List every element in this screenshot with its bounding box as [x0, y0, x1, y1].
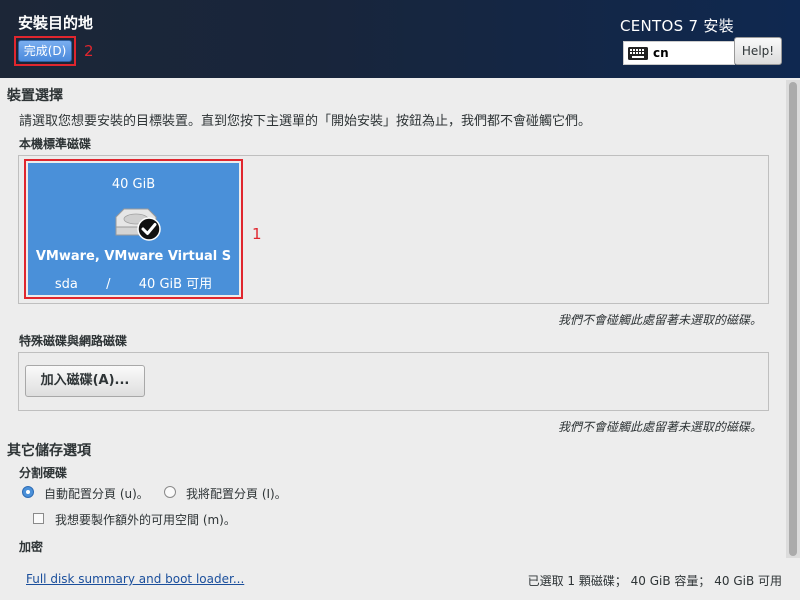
disk-selection-highlight: 40 GiB VMware, VMware Virtual S sda / 40…: [24, 159, 243, 299]
auto-partition-label[interactable]: 自動配置分頁 (u)。: [44, 485, 149, 502]
disk-device: sda: [54, 277, 78, 292]
disk-sda-card[interactable]: 40 GiB VMware, VMware Virtual S sda / 40…: [28, 163, 239, 295]
special-disks-heading: 特殊磁碟與網路磁碟: [19, 334, 128, 348]
header-bar: 安裝目的地 完成(D) 2 CENTOS 7 安裝 cn Help!: [0, 0, 800, 78]
manual-partition-label[interactable]: 我將配置分頁 (I)。: [186, 485, 287, 502]
disk-detail: sda / 40 GiB 可用: [28, 273, 239, 292]
check-circle-icon: [137, 217, 161, 241]
add-disk-button[interactable]: 加入磁碟(A)...: [25, 365, 145, 397]
annotation-label-1: 1: [252, 225, 262, 243]
done-button-highlight: 完成(D): [14, 36, 76, 66]
partitioning-heading: 分割硬碟: [19, 466, 68, 480]
help-button[interactable]: Help!: [734, 37, 782, 65]
annotation-label-2: 2: [84, 42, 94, 60]
hard-disk-icon: [115, 208, 161, 241]
full-disk-summary-link[interactable]: Full disk summary and boot loader...: [26, 572, 244, 586]
selection-status: 已選取 1 顆磁碟； 40 GiB 容量； 40 GiB 可用: [527, 574, 782, 588]
extra-space-checkbox[interactable]: [33, 513, 44, 524]
device-selection-heading: 裝置選擇: [7, 88, 63, 104]
auto-partition-radio[interactable]: [22, 486, 34, 498]
manual-partition-radio[interactable]: [164, 486, 176, 498]
disk-name: VMware, VMware Virtual S: [35, 249, 232, 264]
done-button[interactable]: 完成(D): [18, 40, 72, 62]
page-title: 安裝目的地: [18, 14, 94, 32]
keyboard-layout-text: cn: [653, 46, 669, 60]
product-title: CENTOS 7 安裝: [619, 17, 734, 35]
scrollbar-thumb[interactable]: [789, 82, 797, 556]
local-disks-heading: 本機標準磁碟: [19, 137, 92, 151]
disk-free-space: 40 GiB 可用: [138, 277, 213, 292]
disk-separator: /: [106, 277, 111, 292]
device-selection-description: 請選取您想要安裝的目標裝置。直到您按下主選單的「開始安裝」按鈕為止，我們都不會碰…: [19, 114, 592, 129]
keyboard-icon: [628, 46, 648, 60]
encryption-heading: 加密: [19, 540, 44, 554]
special-disks-note: 我們不會碰觸此處留著未選取的磁碟。: [557, 420, 762, 434]
local-disks-note: 我們不會碰觸此處留著未選取的磁碟。: [557, 313, 762, 327]
extra-space-label[interactable]: 我想要製作額外的可用空間 (m)。: [55, 511, 236, 528]
disk-size: 40 GiB: [111, 177, 156, 192]
keyboard-layout-indicator[interactable]: cn: [623, 41, 735, 65]
other-storage-heading: 其它儲存選項: [7, 443, 91, 459]
